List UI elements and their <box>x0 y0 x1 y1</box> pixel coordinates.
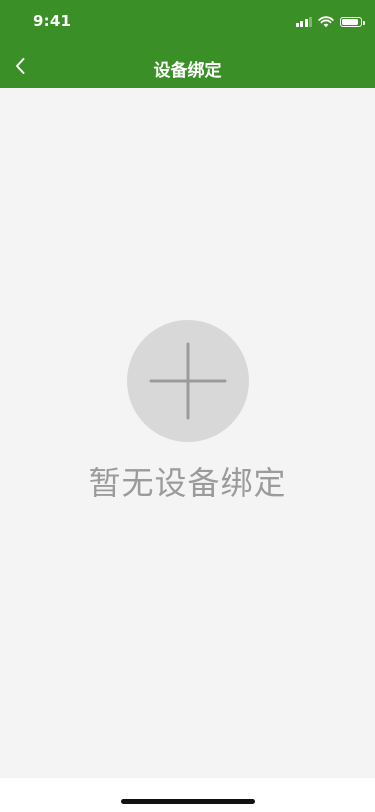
status-time: 9:41 <box>33 12 72 30</box>
empty-state-message: 暂无设备绑定 <box>88 464 287 502</box>
wifi-icon <box>318 16 334 28</box>
nav-bar: 9:41 设备绑定 <box>0 0 375 88</box>
status-icons <box>295 14 365 30</box>
add-device-button[interactable] <box>127 320 249 442</box>
cellular-signal-icon <box>295 17 312 27</box>
back-button[interactable] <box>14 50 44 82</box>
home-indicator-area <box>0 778 375 812</box>
content-area: 暂无设备绑定 <box>0 88 375 778</box>
chevron-left-icon <box>16 58 25 74</box>
home-indicator[interactable] <box>121 799 255 804</box>
battery-icon <box>340 17 365 27</box>
plus-icon <box>149 342 227 420</box>
page-title: 设备绑定 <box>153 61 222 81</box>
